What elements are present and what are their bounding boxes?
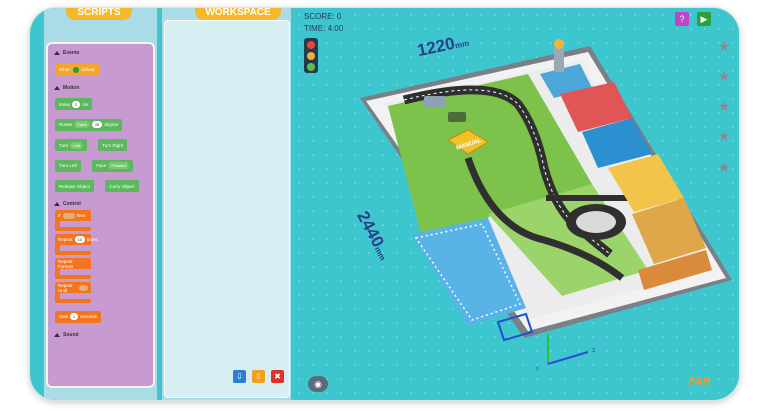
workspace-canvas[interactable] [164, 20, 290, 398]
block-repeat-forever[interactable]: Repeat Forever [55, 258, 91, 279]
category-control[interactable]: Control [54, 201, 153, 207]
block-move[interactable]: Move 2 ms [55, 98, 93, 110]
category-events[interactable]: Events [54, 50, 153, 56]
block-wait[interactable]: Wait 1 seconds [55, 310, 101, 323]
flag-icon [72, 66, 79, 73]
brand-logo: PAR [688, 376, 711, 388]
block-turn-left[interactable]: Turn Left [55, 159, 81, 172]
axis-x-label: x [536, 366, 539, 372]
tab-scripts[interactable]: SCRIPTS [66, 8, 132, 20]
roundabout-center [576, 211, 616, 233]
block-rotate[interactable]: Rotate Earth 25 degree [55, 118, 123, 131]
block-turn-right[interactable]: Turn Right [98, 139, 128, 151]
block-carry-object[interactable]: Carry Object [105, 180, 139, 192]
vehicle [448, 112, 466, 122]
block-face[interactable]: Face Forward [92, 159, 133, 172]
vehicle [424, 96, 446, 108]
block-palette[interactable]: Events When clicked Motion Move 2 ms Rotate… [46, 42, 155, 388]
block-repeat[interactable]: Repeat 10 times [55, 234, 98, 255]
tab-workspace[interactable]: WORKSPACE [195, 8, 281, 20]
axis-x [547, 351, 589, 365]
category-motion[interactable]: Motion [54, 85, 153, 91]
upload-icon[interactable]: ⇧ [252, 370, 265, 383]
category-sound[interactable]: Sound [54, 332, 153, 338]
block-turn[interactable]: Turn Left [55, 139, 87, 151]
camera-icon: ◉ [314, 379, 322, 389]
game-board[interactable]: MANUAL z x [292, 8, 739, 400]
app-frame: SCRIPTS Events When clicked Motion Move 2 m… [30, 8, 739, 400]
camera-button[interactable]: ◉ [308, 376, 328, 392]
collapse-icon [54, 202, 60, 206]
collapse-icon [54, 85, 60, 90]
block-repeat-until[interactable]: Repeat Until [55, 282, 91, 303]
block-release-object[interactable]: Release Object [55, 180, 94, 192]
tower [554, 46, 564, 72]
condition-slot[interactable] [78, 284, 88, 291]
condition-slot[interactable] [62, 212, 75, 219]
trash-icon[interactable]: ✖ [271, 370, 284, 383]
axis-z-label: z [592, 347, 596, 354]
collapse-icon [54, 332, 60, 337]
collapse-icon [54, 51, 60, 55]
block-when-clicked[interactable]: When clicked [55, 63, 99, 76]
block-if-then[interactable]: If then [55, 210, 91, 231]
tower-top [554, 39, 564, 49]
download-icon[interactable]: ⇩ [233, 370, 246, 383]
